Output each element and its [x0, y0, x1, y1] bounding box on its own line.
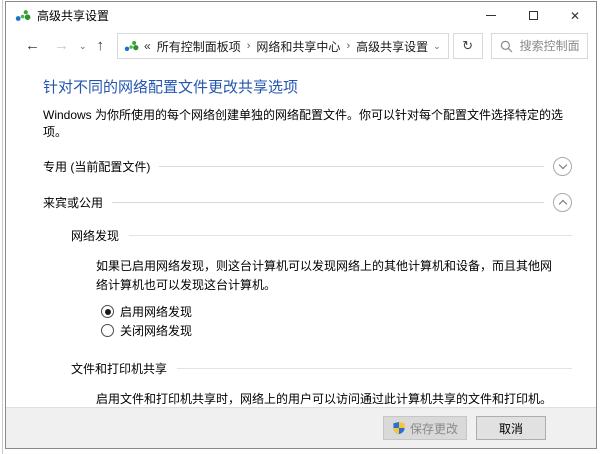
- save-changes-label: 保存更改: [410, 420, 458, 437]
- back-button[interactable]: ←: [18, 34, 47, 58]
- cancel-label: 取消: [499, 420, 523, 437]
- close-icon: ✕: [570, 9, 580, 23]
- breadcrumb-overflow-chevron[interactable]: «: [144, 39, 151, 53]
- network-discovery-title: 网络发现: [71, 227, 119, 244]
- minimize-button[interactable]: [470, 2, 512, 29]
- cancel-button[interactable]: 取消: [476, 416, 546, 440]
- maximize-icon: [529, 11, 538, 20]
- breadcrumb-item-network-center[interactable]: 网络和共享中心: [254, 38, 342, 55]
- breadcrumb-separator-icon: ›: [342, 40, 354, 52]
- divider: [112, 202, 544, 203]
- breadcrumb-item-advanced-sharing[interactable]: 高级共享设置: [354, 38, 430, 55]
- breadcrumb-network-icon: [124, 39, 139, 54]
- divider: [177, 368, 572, 369]
- file-printer-title: 文件和打印机共享: [71, 360, 167, 377]
- section-guest-label: 来宾或公用: [43, 194, 103, 211]
- chevron-down-icon: [558, 161, 566, 169]
- footer-bar: 保存更改 取消: [6, 407, 596, 448]
- search-icon: [500, 40, 513, 53]
- radio-disable-discovery[interactable]: [101, 324, 114, 337]
- divider: [129, 235, 572, 236]
- address-dropdown-icon[interactable]: ⌄: [430, 34, 444, 58]
- section-guest: 来宾或公用: [43, 193, 572, 212]
- address-bar[interactable]: « 所有控制面板项 › 网络和共享中心 › 高级共享设置 ⌄: [117, 33, 449, 59]
- radio-disable-discovery-label[interactable]: 关闭网络发现: [120, 322, 192, 339]
- intro-text: Windows 为你所使用的每个网络创建单独的网络配置文件。你可以针对每个配置文…: [43, 106, 572, 140]
- forward-button[interactable]: →: [47, 34, 76, 58]
- refresh-button[interactable]: ↻: [453, 33, 483, 59]
- refresh-icon: ↻: [462, 38, 473, 54]
- close-button[interactable]: ✕: [554, 2, 596, 29]
- maximize-button[interactable]: [512, 2, 554, 29]
- window-title: 高级共享设置: [37, 7, 109, 24]
- save-changes-button[interactable]: 保存更改: [383, 416, 467, 440]
- network-sharing-icon: [15, 8, 31, 24]
- radio-row-disable-discovery[interactable]: 关闭网络发现: [101, 322, 572, 339]
- divider: [159, 166, 544, 167]
- section-private-label: 专用 (当前配置文件): [43, 158, 150, 175]
- file-printer-header: 文件和打印机共享: [71, 360, 572, 377]
- background-window-edge: [2, 0, 3, 454]
- section-private: 专用 (当前配置文件): [43, 157, 572, 176]
- network-discovery-options: 启用网络发现 关闭网络发现: [101, 303, 572, 339]
- search-box[interactable]: [491, 33, 588, 59]
- network-discovery-description: 如果已启用网络发现，则这台计算机可以发现网络上的其他计算机和设备，而且其他网络计…: [96, 257, 556, 294]
- radio-enable-discovery-label[interactable]: 启用网络发现: [120, 303, 192, 320]
- radio-enable-discovery[interactable]: [101, 305, 114, 318]
- up-button[interactable]: ↑: [90, 34, 112, 58]
- chevron-up-icon: [558, 200, 566, 208]
- radio-row-enable-discovery[interactable]: 启用网络发现: [101, 303, 572, 320]
- page-title: 针对不同的网络配置文件更改共享选项: [43, 76, 572, 97]
- recent-pages-dropdown[interactable]: ⌄: [76, 34, 90, 58]
- search-input[interactable]: [520, 39, 579, 53]
- navigation-toolbar: ← → ⌄ ↑ « 所有控制面板项 › 网络和共享中心 › 高级共享设置 ⌄ ↻: [6, 29, 596, 63]
- breadcrumb-item-control-panel[interactable]: 所有控制面板项: [155, 38, 243, 55]
- breadcrumb-separator-icon: ›: [243, 40, 255, 52]
- section-guest-collapse-button[interactable]: [553, 193, 572, 212]
- settings-content: 针对不同的网络配置文件更改共享选项 Windows 为你所使用的每个网络创建单独…: [6, 63, 596, 407]
- title-bar[interactable]: 高级共享设置 ✕: [6, 2, 596, 29]
- uac-shield-icon: [392, 421, 406, 435]
- minimize-icon: [486, 15, 496, 16]
- network-discovery-header: 网络发现: [71, 227, 572, 244]
- file-printer-description: 启用文件和打印机共享时，网络上的用户可以访问通过此计算机共享的文件和打印机。: [96, 390, 556, 407]
- section-private-expand-button[interactable]: [553, 157, 572, 176]
- section-guest-body: 网络发现 如果已启用网络发现，则这台计算机可以发现网络上的其他计算机和设备，而且…: [71, 227, 572, 407]
- advanced-sharing-settings-window: 高级共享设置 ✕ ← → ⌄ ↑ « 所有控制面板项 › 网络和共享中心 › 高…: [5, 1, 597, 449]
